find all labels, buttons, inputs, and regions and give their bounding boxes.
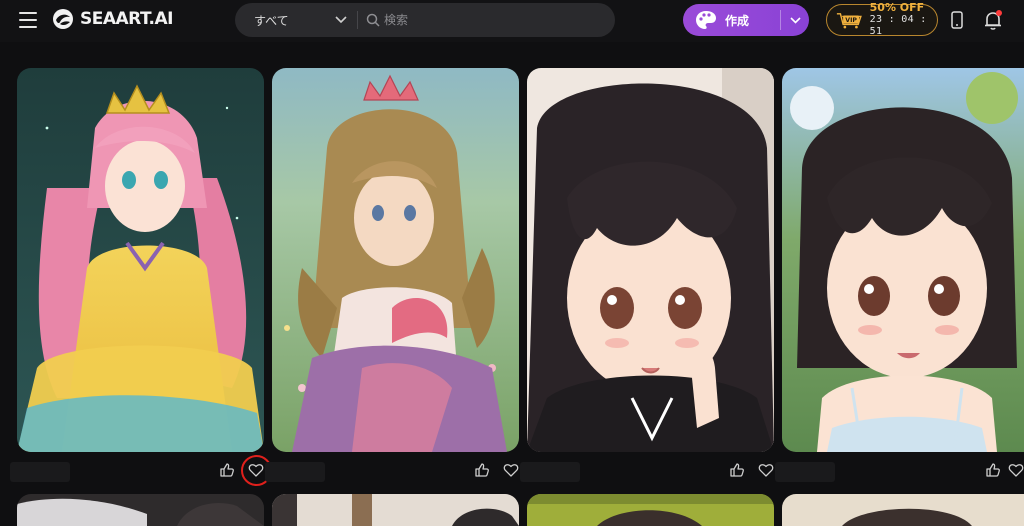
gallery-card[interactable] <box>272 494 519 526</box>
favorite-icon[interactable] <box>503 462 519 478</box>
artwork-image <box>527 68 774 452</box>
favorite-icon[interactable] <box>758 462 774 478</box>
artwork-image <box>782 494 1024 526</box>
palette-icon <box>696 11 716 29</box>
search-scope-dropdown[interactable]: すべて <box>235 3 357 37</box>
like-icon[interactable] <box>985 462 1001 478</box>
like-icon[interactable] <box>729 462 745 478</box>
create-button-label: 作成 <box>725 13 750 28</box>
menu-icon[interactable] <box>19 12 37 28</box>
create-options-toggle[interactable] <box>781 16 809 24</box>
card-author-placeholder <box>775 462 835 482</box>
top-navbar: SEAART.AI すべて 作成 VIP 50 <box>0 0 1024 42</box>
search-scope-label: すべて <box>254 13 289 28</box>
create-button-main[interactable]: 作成 <box>683 4 780 36</box>
gallery-card[interactable] <box>527 68 774 452</box>
artwork-image <box>17 494 264 526</box>
gallery-card[interactable] <box>17 494 264 526</box>
gallery-card[interactable] <box>272 68 519 452</box>
card-author-placeholder <box>10 462 70 482</box>
like-icon[interactable] <box>474 462 490 478</box>
chevron-down-icon <box>335 16 347 24</box>
artwork-image <box>272 494 519 526</box>
notification-dot <box>996 10 1002 16</box>
favorite-icon[interactable] <box>248 462 264 478</box>
like-icon[interactable] <box>219 462 235 478</box>
seaart-logo-mark-icon <box>53 9 73 29</box>
artwork-image <box>527 494 774 526</box>
mobile-app-icon[interactable] <box>948 10 966 30</box>
gallery-card[interactable] <box>17 68 264 452</box>
card-author-placeholder <box>265 462 325 482</box>
favorite-icon[interactable] <box>1008 462 1024 478</box>
artwork-image <box>272 68 519 452</box>
search-icon <box>366 13 380 27</box>
card-author-placeholder <box>520 462 580 482</box>
vip-badge-text: VIP <box>845 17 857 24</box>
notification-bell-icon[interactable] <box>983 9 1003 31</box>
vip-promo-button[interactable]: VIP 50% OFF 23 : 04 : 51 <box>826 1 938 37</box>
artwork-image <box>782 68 1024 452</box>
gallery-card[interactable] <box>782 494 1024 526</box>
chevron-down-icon <box>789 16 801 24</box>
search-input[interactable] <box>380 3 615 37</box>
logo-wordmark: SEAART.AI <box>80 9 173 29</box>
search-bar: すべて <box>235 3 615 37</box>
vip-countdown: 23 : 04 : 51 <box>869 14 927 37</box>
vip-offer-text: 50% OFF <box>869 1 925 14</box>
search-divider <box>357 11 358 29</box>
seaart-logo[interactable]: SEAART.AI <box>52 8 173 30</box>
gallery-card[interactable] <box>782 68 1024 452</box>
vip-cart-icon: VIP <box>836 13 862 29</box>
create-button[interactable]: 作成 <box>683 4 809 36</box>
gallery-card[interactable] <box>527 494 774 526</box>
artwork-image <box>17 68 264 452</box>
